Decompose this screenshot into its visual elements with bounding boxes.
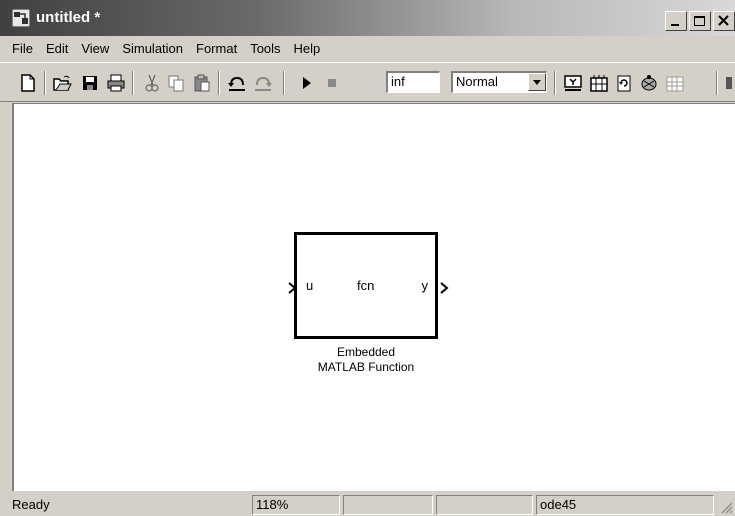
menu-view[interactable]: View (81, 41, 109, 56)
chevron-down-icon (533, 80, 541, 85)
simulink-app-icon (12, 9, 30, 27)
minimize-button[interactable] (665, 11, 687, 31)
window-controls (665, 11, 735, 31)
menu-tools[interactable]: Tools (250, 41, 280, 56)
input-port-label: u (306, 278, 314, 293)
paste-icon[interactable] (192, 73, 212, 93)
status-bar: Ready 118% ode45 (0, 493, 735, 516)
undo-icon[interactable] (227, 73, 247, 93)
menu-bar: File Edit View Simulation Format Tools H… (0, 36, 735, 60)
stop-time-field[interactable]: inf (386, 71, 440, 93)
cut-icon[interactable] (142, 73, 162, 93)
maximize-button[interactable] (689, 11, 711, 31)
menu-edit[interactable]: Edit (46, 41, 68, 56)
build-icon[interactable] (563, 73, 583, 93)
save-icon[interactable] (80, 73, 100, 93)
simulation-mode-select[interactable]: Normal (451, 71, 547, 93)
refresh-icon[interactable] (614, 73, 634, 93)
library-icon[interactable] (589, 73, 609, 93)
model-canvas[interactable]: u fcn y Embedded MATLAB Function (12, 103, 735, 491)
status-cell-empty-1 (343, 495, 433, 515)
block-caption-line1: Embedded (336, 345, 396, 359)
close-button[interactable] (713, 11, 735, 31)
dropdown-arrow-button[interactable] (528, 73, 546, 91)
simulink-window: untitled * File Edit View Simulation For… (0, 0, 735, 516)
simulation-mode-value: Normal (456, 74, 498, 89)
redo-icon[interactable] (253, 73, 273, 93)
close-icon (718, 15, 729, 26)
play-icon[interactable] (297, 73, 317, 93)
copy-icon[interactable] (166, 73, 186, 93)
solver-name: ode45 (536, 495, 714, 515)
menu-file[interactable]: File (12, 41, 33, 56)
block-caption[interactable]: Embedded MATLAB Function (284, 345, 448, 375)
maximize-icon (694, 16, 705, 26)
zoom-level: 118% (252, 495, 340, 515)
window-title: untitled * (36, 9, 101, 26)
menu-simulation[interactable]: Simulation (122, 41, 183, 56)
output-port-arrow-icon[interactable] (440, 282, 450, 294)
function-name-label: fcn (357, 278, 375, 293)
menu-help[interactable]: Help (294, 41, 321, 56)
new-icon[interactable] (18, 73, 38, 93)
debug-icon[interactable] (639, 73, 659, 93)
minimize-icon (671, 24, 679, 26)
status-cell-empty-2 (436, 495, 533, 515)
print-icon[interactable] (106, 73, 126, 93)
stop-icon[interactable] (322, 73, 342, 93)
output-port-label: y (421, 278, 429, 293)
overflow-icon[interactable] (724, 73, 735, 93)
menu-format[interactable]: Format (196, 41, 237, 56)
status-text: Ready (12, 497, 50, 512)
explorer-icon[interactable] (665, 73, 685, 93)
resize-grip-icon[interactable] (719, 500, 733, 514)
title-bar[interactable]: untitled * (0, 0, 735, 36)
embedded-matlab-function-block[interactable]: u fcn y (294, 232, 438, 339)
block-caption-line2: MATLAB Function (317, 360, 415, 374)
toolbar: inf Normal (0, 62, 735, 102)
open-icon[interactable] (52, 73, 72, 93)
